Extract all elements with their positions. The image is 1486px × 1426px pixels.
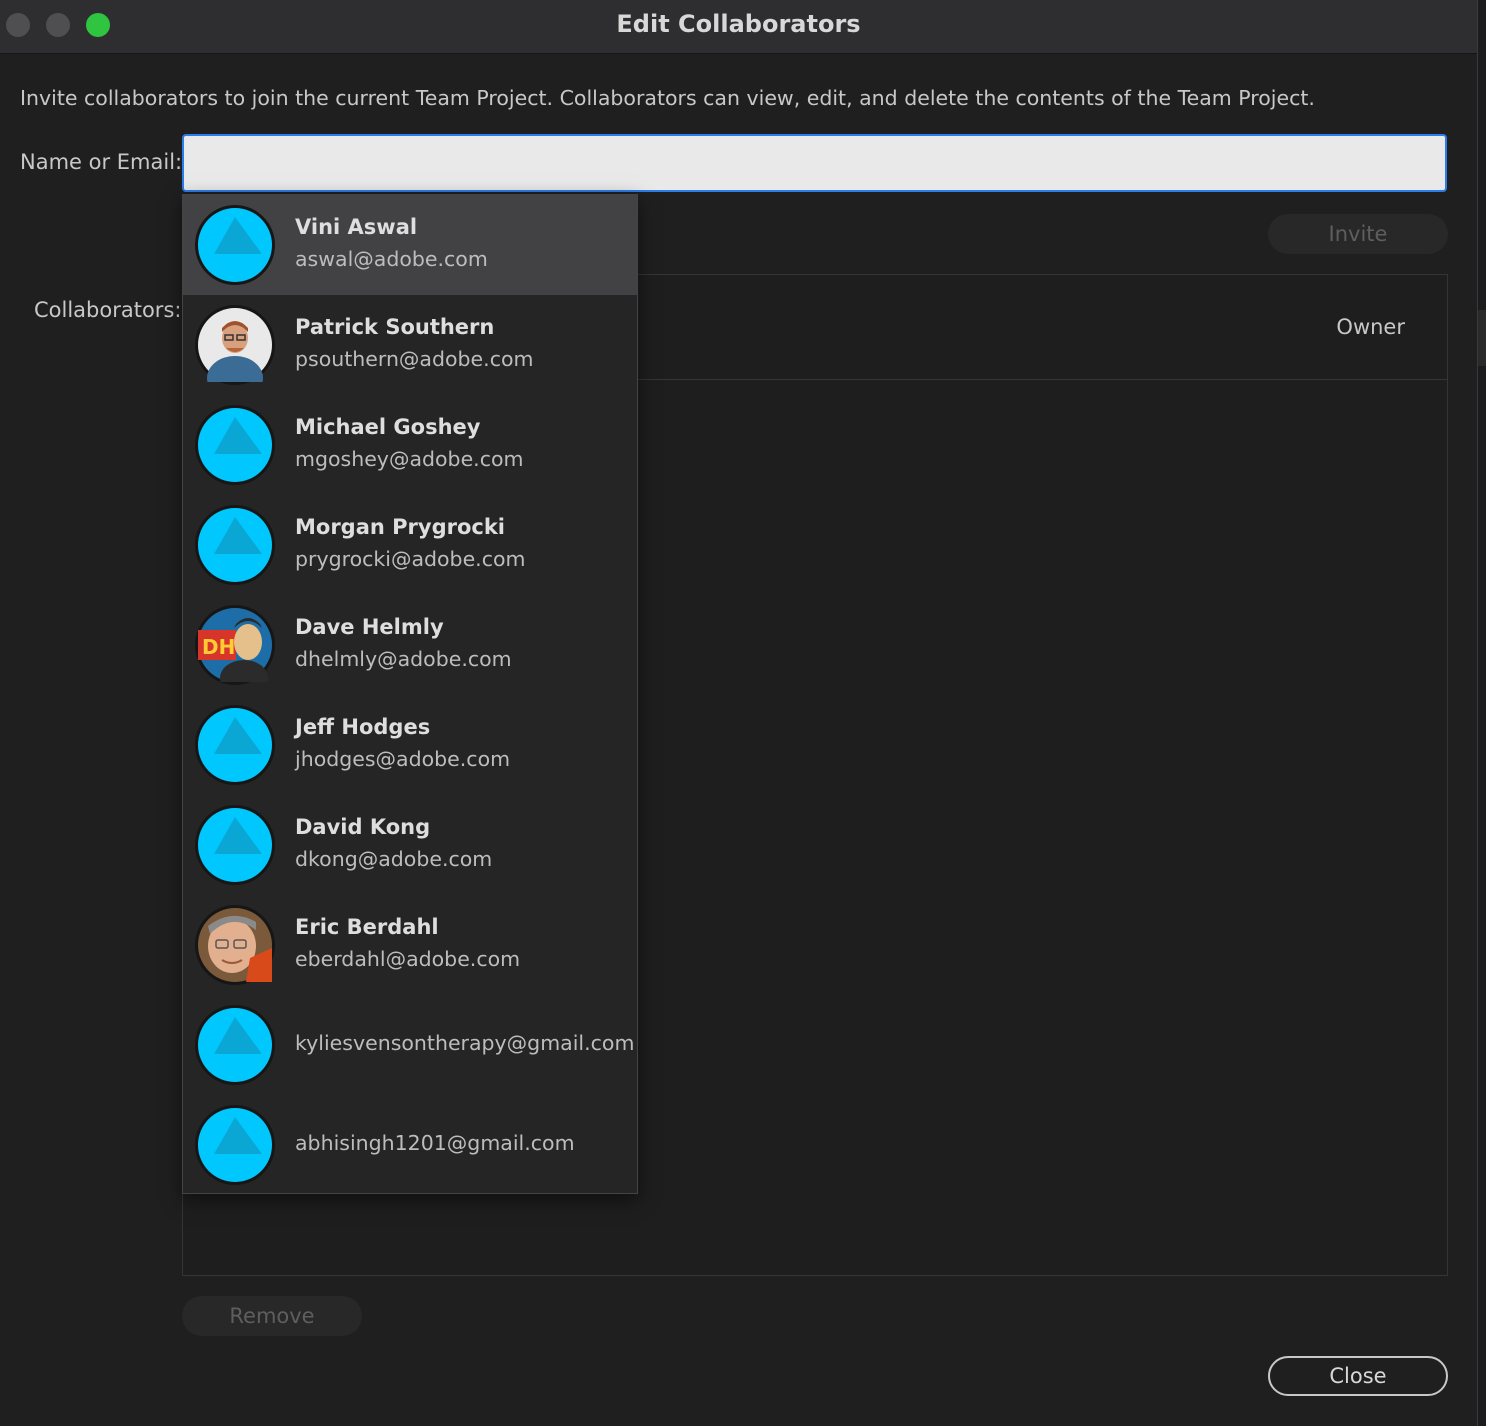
suggestion-item[interactable]: abhisingh1201@gmail.com xyxy=(183,1095,637,1195)
suggestion-name: David Kong xyxy=(295,815,431,839)
suggestion-item[interactable]: Jeff Hodges jhodges@adobe.com xyxy=(183,695,637,795)
collaborators-label: Collaborators: xyxy=(34,298,182,322)
suggestion-email: psouthern@adobe.com xyxy=(295,347,534,371)
suggestion-email: eberdahl@adobe.com xyxy=(295,947,521,971)
suggestion-email: kyliesvensontherapy@gmail.com xyxy=(295,1031,635,1055)
title-bar: Edit Collaborators xyxy=(0,0,1477,54)
name-or-email-label: Name or Email: xyxy=(20,150,183,174)
user-photo-avatar: DH xyxy=(195,605,275,685)
default-avatar-icon xyxy=(195,805,275,885)
default-avatar-icon xyxy=(195,1005,275,1085)
suggestion-email: dkong@adobe.com xyxy=(295,847,493,871)
suggestion-name: Eric Berdahl xyxy=(295,915,439,939)
default-avatar-icon xyxy=(195,205,275,285)
user-photo-avatar xyxy=(195,905,275,985)
name-or-email-input[interactable] xyxy=(182,134,1447,192)
edit-collaborators-dialog: Edit Collaborators Invite collaborators … xyxy=(0,0,1478,1426)
default-avatar-icon xyxy=(195,1105,275,1185)
suggestion-item[interactable]: DH Dave Helmly dhelmly@adobe.com xyxy=(183,595,637,695)
suggestion-item[interactable]: Michael Goshey mgoshey@adobe.com xyxy=(183,395,637,495)
close-button[interactable]: Close xyxy=(1268,1356,1448,1396)
suggestion-item[interactable]: David Kong dkong@adobe.com xyxy=(183,795,637,895)
suggestion-item[interactable]: kyliesvensontherapy@gmail.com xyxy=(183,995,637,1095)
suggestion-email: abhisingh1201@gmail.com xyxy=(295,1131,575,1155)
window-edge xyxy=(1478,310,1486,366)
suggestion-name: Patrick Southern xyxy=(295,315,495,339)
default-avatar-icon xyxy=(195,505,275,585)
suggestion-email: jhodges@adobe.com xyxy=(295,747,511,771)
collaborator-role: Owner xyxy=(1336,315,1405,339)
suggestion-name: Michael Goshey xyxy=(295,415,481,439)
user-photo-avatar xyxy=(195,305,275,385)
suggestion-item[interactable]: Patrick Southern psouthern@adobe.com xyxy=(183,295,637,395)
suggestion-name: Morgan Prygrocki xyxy=(295,515,506,539)
suggestion-item[interactable]: Eric Berdahl eberdahl@adobe.com xyxy=(183,895,637,995)
dialog-description: Invite collaborators to join the current… xyxy=(20,86,1315,110)
suggestion-name: Jeff Hodges xyxy=(295,715,431,739)
window-title: Edit Collaborators xyxy=(616,10,861,38)
suggestion-name: Vini Aswal xyxy=(295,215,418,239)
suggestion-email: mgoshey@adobe.com xyxy=(295,447,524,471)
default-avatar-icon xyxy=(195,405,275,485)
suggestion-email: aswal@adobe.com xyxy=(295,247,488,271)
suggestion-item[interactable]: Vini Aswal aswal@adobe.com xyxy=(183,195,637,295)
default-avatar-icon xyxy=(195,705,275,785)
remove-button[interactable]: Remove xyxy=(182,1296,362,1336)
suggestion-item[interactable]: Morgan Prygrocki prygrocki@adobe.com xyxy=(183,495,637,595)
suggestion-name: Dave Helmly xyxy=(295,615,444,639)
suggestion-email: dhelmly@adobe.com xyxy=(295,647,512,671)
avatar-initials: DH xyxy=(202,635,235,659)
invite-button[interactable]: Invite xyxy=(1268,214,1448,254)
suggestions-dropdown[interactable]: Vini Aswal aswal@adobe.com Patrick South… xyxy=(182,194,638,1194)
suggestion-email: prygrocki@adobe.com xyxy=(295,547,526,571)
